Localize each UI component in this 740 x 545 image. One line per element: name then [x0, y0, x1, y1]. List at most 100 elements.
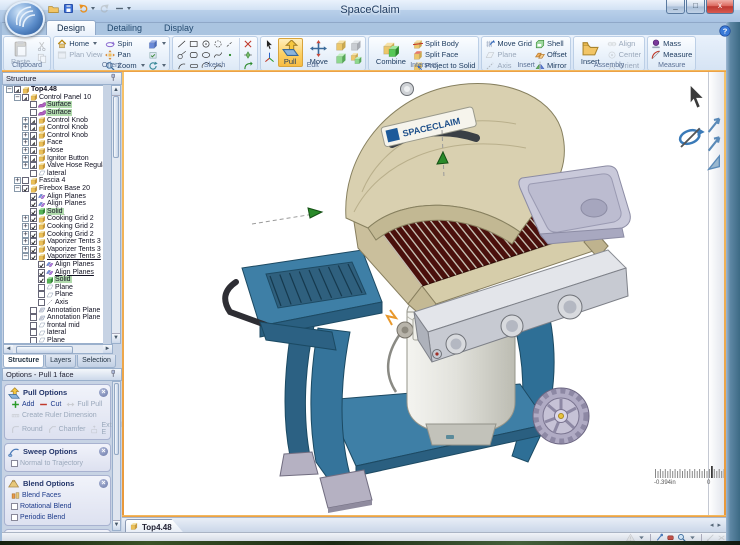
- visibility-checkbox[interactable]: [30, 109, 37, 116]
- scroll-right-icon[interactable]: ►: [103, 345, 112, 353]
- scroll-up-icon[interactable]: ▲: [112, 86, 120, 96]
- left-side-shelf[interactable]: [225, 250, 382, 350]
- tree-expander[interactable]: +: [22, 162, 29, 169]
- tree-item[interactable]: +Control Knob: [4, 116, 103, 124]
- pin-icon[interactable]: [109, 369, 118, 380]
- sketch-diagonal-button[interactable]: [224, 38, 236, 49]
- visibility-checkbox[interactable]: [30, 101, 37, 108]
- measure-button[interactable]: Measure: [651, 49, 692, 60]
- move-button[interactable]: Move: [306, 38, 332, 67]
- sketch-rect-button[interactable]: [188, 38, 200, 49]
- triad-button[interactable]: [264, 52, 275, 63]
- design-viewport[interactable]: SPACECLAIM: [124, 72, 724, 515]
- combine-small-button[interactable]: [350, 52, 362, 63]
- structure-panel-header[interactable]: Structure: [2, 72, 122, 85]
- sketch-roundrect-button[interactable]: [188, 49, 200, 60]
- options-section-header[interactable]: Sweep Options×: [8, 446, 107, 457]
- save-button[interactable]: [63, 3, 74, 14]
- tree-item[interactable]: Plane: [4, 337, 103, 344]
- fill-button[interactable]: [335, 39, 347, 50]
- visibility-checkbox[interactable]: [30, 337, 37, 344]
- pull-tool-guide-arrows[interactable]: [706, 116, 722, 177]
- tree-expander[interactable]: −: [6, 86, 13, 93]
- 3d-grill-model[interactable]: SPACECLAIM: [124, 72, 724, 515]
- wheel[interactable]: [533, 388, 589, 444]
- option-add[interactable]: Add: [11, 400, 34, 409]
- tree-item[interactable]: +Vaporizer Tents 3: [4, 238, 103, 246]
- spin-button[interactable]: Spin: [105, 38, 144, 49]
- collapse-section-icon[interactable]: ×: [99, 447, 108, 456]
- option-checkbox[interactable]: [11, 514, 18, 521]
- visibility-checkbox[interactable]: [30, 329, 37, 336]
- options-section-header[interactable]: Pull Options×: [8, 387, 107, 398]
- tree-item[interactable]: +Face: [4, 139, 103, 147]
- visibility-checkbox[interactable]: [30, 322, 37, 329]
- tree-item[interactable]: Surface: [4, 101, 103, 109]
- ribbon-tab-design[interactable]: Design: [46, 20, 96, 35]
- visibility-checkbox[interactable]: [30, 223, 37, 230]
- maximize-button[interactable]: □: [686, 0, 705, 14]
- visibility-checkbox[interactable]: [38, 269, 45, 276]
- tree-item[interactable]: +Cooking Grid 2: [4, 215, 103, 223]
- tree-item[interactable]: Align Planes: [4, 200, 103, 208]
- visibility-checkbox[interactable]: [38, 284, 45, 291]
- replace-body-button[interactable]: [335, 52, 347, 63]
- tree-item[interactable]: +Cooking Grid 2: [4, 230, 103, 238]
- viewcube-button[interactable]: [148, 38, 166, 49]
- tree-item[interactable]: +Ignitor Button: [4, 154, 103, 162]
- visibility-checkbox[interactable]: [30, 314, 37, 321]
- options-section-header[interactable]: Blend Options×: [8, 478, 107, 489]
- option-blend-faces[interactable]: Blend Faces: [11, 491, 61, 500]
- tree-expander[interactable]: −: [22, 253, 29, 260]
- combine-button[interactable]: Combine: [372, 38, 410, 67]
- options-panel-header[interactable]: Options - Pull 1 face: [2, 368, 122, 381]
- tree-item[interactable]: −Firebox Base 20: [4, 185, 103, 193]
- visibility-checkbox[interactable]: [30, 139, 37, 146]
- visibility-checkbox[interactable]: [30, 231, 37, 238]
- scroll-down-icon[interactable]: ▼: [112, 333, 120, 343]
- sketch-trim-button[interactable]: [242, 38, 254, 49]
- scroll-down-icon[interactable]: ▼: [113, 520, 120, 530]
- tree-item[interactable]: +Control Knob: [4, 132, 103, 140]
- tree-item[interactable]: Surface: [4, 109, 103, 117]
- scroll-left-icon[interactable]: ◄: [4, 345, 13, 353]
- sketch-split-curve-button[interactable]: [242, 49, 254, 60]
- collapse-section-icon[interactable]: ×: [99, 479, 108, 488]
- option-periodic-blend[interactable]: Periodic Blend: [11, 514, 65, 521]
- option-checkbox[interactable]: [11, 503, 18, 510]
- sketch-tangent-line-button[interactable]: [176, 49, 188, 60]
- tree-item[interactable]: −Control Panel 10: [4, 94, 103, 102]
- visibility-checkbox[interactable]: [22, 94, 29, 101]
- tree-item[interactable]: lateral: [4, 329, 103, 337]
- visibility-checkbox[interactable]: [38, 291, 45, 298]
- visibility-checkbox[interactable]: [30, 117, 37, 124]
- visibility-checkbox[interactable]: [38, 299, 45, 306]
- scroll-thumb[interactable]: [113, 96, 119, 158]
- split-face-button[interactable]: Split Face: [413, 49, 475, 60]
- snapview-button[interactable]: [148, 49, 166, 60]
- pull-button[interactable]: Pull: [278, 38, 303, 67]
- options-scrollbar[interactable]: ▼: [112, 381, 121, 531]
- tab-scroll-arrows[interactable]: ◂ ▸: [710, 521, 722, 529]
- visibility-checkbox[interactable]: [30, 124, 37, 131]
- tree-item[interactable]: +Valve Hose Regulator: [4, 162, 103, 170]
- split-body-button[interactable]: Split Body: [413, 38, 475, 49]
- sketch-circle-button[interactable]: [200, 38, 212, 49]
- ribbon-tab-display[interactable]: Display: [153, 20, 205, 35]
- visibility-checkbox[interactable]: [30, 208, 37, 215]
- visibility-checkbox[interactable]: [30, 155, 37, 162]
- tree-item[interactable]: Axis: [4, 299, 103, 307]
- visibility-checkbox[interactable]: [30, 246, 37, 253]
- ribbon-tab-detailing[interactable]: Detailing: [96, 20, 153, 35]
- visibility-checkbox[interactable]: [22, 185, 29, 192]
- sketch-point-button[interactable]: [224, 49, 236, 60]
- visibility-checkbox[interactable]: [30, 200, 37, 207]
- visibility-checkbox[interactable]: [30, 253, 37, 260]
- sketch-line-button[interactable]: [176, 38, 188, 49]
- visibility-checkbox[interactable]: [30, 162, 37, 169]
- tree-item[interactable]: frontal mid: [4, 321, 103, 329]
- tree-item[interactable]: Annotation Plane: [4, 314, 103, 322]
- select-button[interactable]: [264, 39, 275, 50]
- help-button[interactable]: ?: [719, 24, 731, 42]
- offset-button[interactable]: Offset: [535, 49, 567, 60]
